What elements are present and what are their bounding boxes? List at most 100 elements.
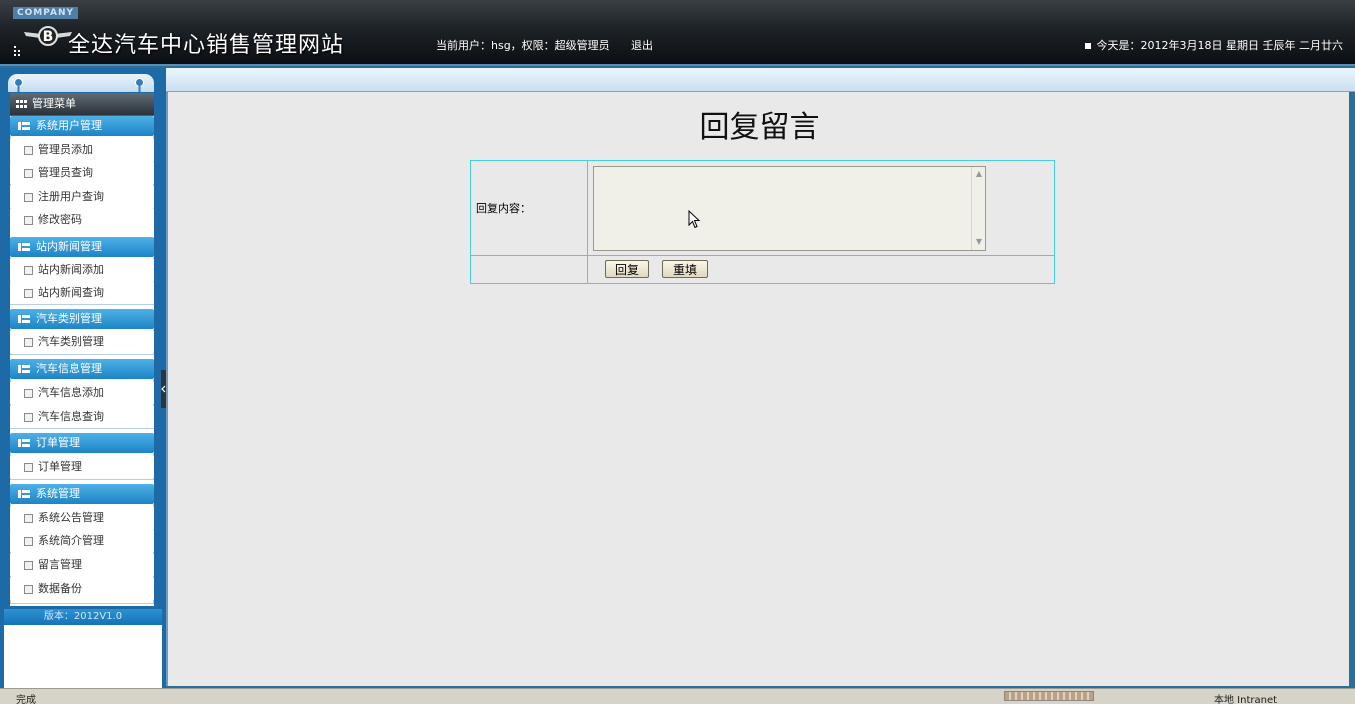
status-progress-bar <box>1004 691 1094 701</box>
menu-item-label: 留言管理 <box>38 558 82 571</box>
group-label: 订单管理 <box>36 436 80 449</box>
menu-item-label: 注册用户查询 <box>38 190 104 203</box>
page-icon <box>24 389 33 398</box>
menu-item-label: 汽车信息添加 <box>38 386 104 399</box>
menu-item-label: 管理员添加 <box>38 143 93 156</box>
security-zone-text: 本地 Intranet <box>1214 695 1278 704</box>
group-header-system[interactable]: 系统管理 <box>10 484 154 504</box>
status-text: 完成 <box>16 695 36 704</box>
reply-submit-button[interactable]: 回复 <box>605 260 649 278</box>
menu-item-order-manage[interactable]: 订单管理 <box>10 456 154 478</box>
menu-item-car-info-add[interactable]: 汽车信息添加 <box>10 382 154 404</box>
menu-item-admin-add[interactable]: 管理员添加 <box>10 139 154 161</box>
group-label: 系统用户管理 <box>36 119 102 132</box>
page-title: 回复留言 <box>699 110 820 145</box>
page-icon <box>24 561 33 570</box>
menu-item-data-backup[interactable]: 数据备份 <box>10 578 154 600</box>
browser-status-bar: 完成 本地 Intranet <box>0 688 1355 704</box>
menu-item-intro-manage[interactable]: 系统简介管理 <box>10 530 154 552</box>
menu-item-label: 管理员查询 <box>38 166 93 179</box>
page-icon <box>24 289 33 298</box>
group-icon <box>18 365 30 373</box>
scroll-up-icon[interactable]: ▲ <box>973 168 985 180</box>
grid-dots-icon <box>14 46 20 56</box>
reply-content-textarea[interactable] <box>593 166 986 251</box>
page-icon <box>24 146 33 155</box>
version-label: 版本：2012V1.0 <box>4 609 162 625</box>
menu-item-label: 汽车类别管理 <box>38 335 104 348</box>
group-label: 汽车类别管理 <box>36 312 102 325</box>
reply-content-label: 回复内容： <box>476 202 531 215</box>
date-display: 今天是：2012年3月18日 星期日 壬辰年 二月廿六 <box>1084 37 1343 53</box>
group-icon <box>18 490 30 498</box>
page-icon <box>24 463 33 472</box>
site-title: 全达汽车中心销售管理网站 <box>68 33 345 58</box>
pin-icon <box>135 78 144 92</box>
group-icon <box>18 439 30 447</box>
group-header-system-users[interactable]: 系统用户管理 <box>10 116 154 136</box>
group-label: 站内新闻管理 <box>36 240 102 253</box>
menu-title-label: 管理菜单 <box>32 97 76 110</box>
menu-item-change-password[interactable]: 修改密码 <box>10 209 154 231</box>
menu-item-car-info-query[interactable]: 汽车信息查询 <box>10 406 154 428</box>
page-icon <box>24 585 33 594</box>
header: COMPANY B 全达汽车中心销售管理网站 当前用户：hsg，权限：超级管理员… <box>0 0 1355 66</box>
group-header-orders[interactable]: 订单管理 <box>10 433 154 453</box>
group-label: 汽车信息管理 <box>36 362 102 375</box>
current-user-info: 当前用户：hsg，权限：超级管理员 <box>436 39 610 52</box>
menu-item-label: 订单管理 <box>38 460 82 473</box>
logout-link[interactable]: 退出 <box>631 37 653 53</box>
group-icon <box>18 243 30 251</box>
menu-item-label: 汽车信息查询 <box>38 410 104 423</box>
table-divider <box>587 161 588 283</box>
menu-grid-icon <box>16 100 27 108</box>
menu-item-label: 站内新闻查询 <box>38 286 104 299</box>
page-icon <box>24 266 33 275</box>
menu-item-registered-user-query[interactable]: 注册用户查询 <box>10 186 154 208</box>
menu-item-label: 修改密码 <box>38 213 82 226</box>
page-icon <box>24 169 33 178</box>
menu-area: 系统用户管理 管理员添加 管理员查询 注册用户查询 修改密码 站内新闻管理 站内… <box>10 116 154 606</box>
date-text: 今天是：2012年3月18日 星期日 壬辰年 二月廿六 <box>1096 39 1343 52</box>
scroll-down-icon[interactable]: ▼ <box>973 236 985 248</box>
pin-icon <box>14 78 23 92</box>
menu-item-news-query[interactable]: 站内新闻查询 <box>10 282 154 304</box>
page-icon <box>24 537 33 546</box>
sidebar-bottom <box>4 625 162 688</box>
menu-item-car-category-manage[interactable]: 汽车类别管理 <box>10 331 154 353</box>
square-bullet-icon <box>1084 43 1091 49</box>
menu-item-news-add[interactable]: 站内新闻添加 <box>10 259 154 281</box>
group-header-car-category[interactable]: 汽车类别管理 <box>10 309 154 329</box>
toolbar-strip <box>0 68 1355 92</box>
group-header-car-info[interactable]: 汽车信息管理 <box>10 359 154 379</box>
group-header-news[interactable]: 站内新闻管理 <box>10 237 154 257</box>
mouse-cursor-icon <box>688 210 701 229</box>
menu-item-label: 系统简介管理 <box>38 534 104 547</box>
main-content: 回复留言 回复内容： ▲ ▼ 回复 重填 <box>166 92 1349 686</box>
page-icon <box>24 514 33 523</box>
menu-item-message-manage[interactable]: 留言管理 <box>10 554 154 576</box>
svg-text:B: B <box>43 29 54 45</box>
group-icon <box>18 122 30 130</box>
reply-form: 回复内容： ▲ ▼ 回复 重填 <box>470 160 1055 284</box>
menu-item-label: 系统公告管理 <box>38 511 104 524</box>
page-icon <box>24 216 33 225</box>
menu-item-label: 站内新闻添加 <box>38 263 104 276</box>
reset-button[interactable]: 重填 <box>662 260 708 278</box>
menu-item-admin-query[interactable]: 管理员查询 <box>10 162 154 184</box>
menu-item-announcement-manage[interactable]: 系统公告管理 <box>10 507 154 529</box>
table-divider <box>471 255 1054 256</box>
page-icon <box>24 338 33 347</box>
app-window: COMPANY B 全达汽车中心销售管理网站 当前用户：hsg，权限：超级管理员… <box>0 0 1355 704</box>
page-icon <box>24 193 33 202</box>
menu-item-label: 数据备份 <box>38 582 82 595</box>
textarea-scrollbar[interactable]: ▲ ▼ <box>971 167 985 250</box>
group-label: 系统管理 <box>36 487 80 500</box>
brand-logo-icon: B <box>24 26 72 46</box>
page-icon <box>24 413 33 422</box>
sidebar: 管理菜单 系统用户管理 管理员添加 管理员查询 注册用户查询 修改密码 站内新闻… <box>0 68 166 688</box>
company-badge: COMPANY <box>13 7 78 19</box>
group-icon <box>18 315 30 323</box>
menu-title: 管理菜单 <box>10 93 154 115</box>
sidebar-top-cap <box>8 74 154 92</box>
